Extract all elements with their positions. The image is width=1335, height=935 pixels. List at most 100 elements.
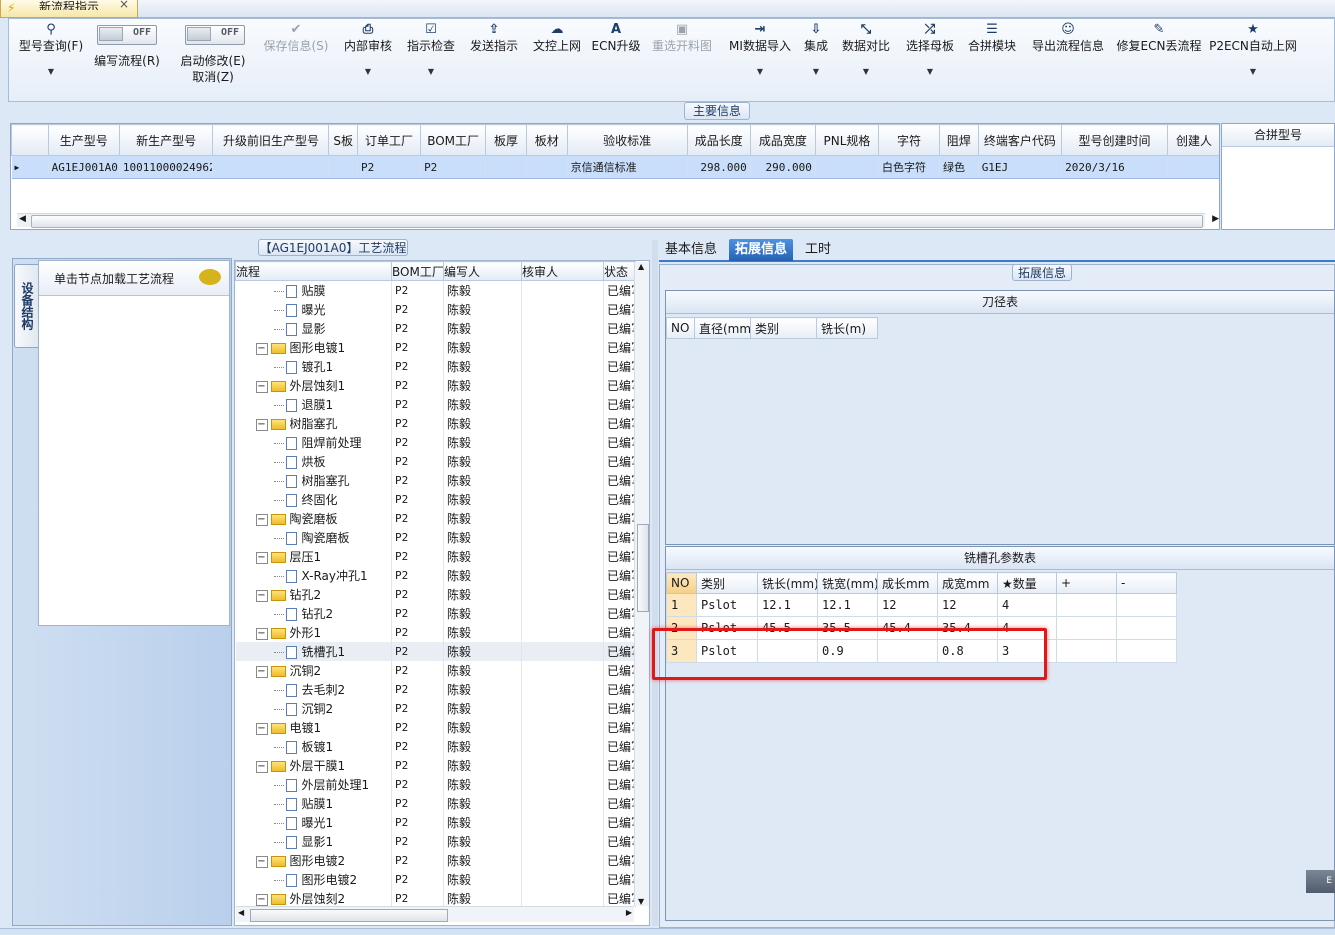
collapse-icon[interactable]: − xyxy=(255,418,268,431)
save-info-button[interactable]: ✔ 保存信息(S) xyxy=(261,21,331,99)
process-row[interactable]: X-Ray冲孔1 P2陈毅 已编写 xyxy=(235,566,636,585)
document-tab[interactable]: ⚡ 新流程指示 × xyxy=(0,0,138,18)
process-row[interactable]: 阻焊前处理 P2陈毅 已编写 xyxy=(235,433,636,452)
column-header[interactable]: BOM工厂 xyxy=(391,261,444,281)
process-vertical-scrollbar[interactable]: ▲ ▼ xyxy=(634,262,649,906)
process-row[interactable]: 陶瓷磨板 P2陈毅 已编写 xyxy=(235,528,636,547)
table-cell[interactable]: 12.1 xyxy=(817,593,878,617)
merge-module-button[interactable]: ☰ 合拼模块 xyxy=(965,21,1019,99)
process-row[interactable]: 烘板 P2陈毅 已编写 xyxy=(235,452,636,471)
collapse-icon[interactable]: − xyxy=(255,551,268,564)
column-header[interactable]: + xyxy=(1056,572,1117,594)
process-row[interactable]: 沉铜2 P2陈毅 已编写 xyxy=(235,699,636,718)
process-row[interactable]: 显影1 P2陈毅 已编写 xyxy=(235,832,636,851)
column-header[interactable]: BOM工厂 xyxy=(420,124,487,156)
process-row[interactable]: 钻孔2 P2陈毅 已编写 xyxy=(235,604,636,623)
process-horizontal-scrollbar[interactable]: ◀ ▶ xyxy=(236,906,634,922)
column-header[interactable]: 核审人 xyxy=(521,261,604,281)
corner-button[interactable]: E xyxy=(1306,870,1335,893)
collapse-icon[interactable]: − xyxy=(255,380,268,393)
table-cell[interactable] xyxy=(1116,616,1177,640)
process-row[interactable]: 铣槽孔1 P2陈毅 已编写 xyxy=(235,642,636,661)
send-instruction-button[interactable]: ⇪ 发送指示 xyxy=(467,21,521,99)
column-header[interactable]: 成品宽度 xyxy=(749,124,816,156)
scrollbar-thumb[interactable] xyxy=(31,215,1203,228)
column-header[interactable]: 升级前旧生产型号 xyxy=(212,124,330,156)
column-header[interactable]: PNL规格 xyxy=(814,124,879,156)
equipment-structure-tab[interactable]: 设备结构 xyxy=(14,264,38,348)
column-header[interactable]: ★数量 xyxy=(997,572,1057,594)
table-cell[interactable] xyxy=(1116,639,1177,663)
column-header[interactable]: 新生产型号 xyxy=(118,124,214,156)
collapse-icon[interactable]: − xyxy=(255,513,268,526)
process-row[interactable]: − 图形电镀1 P2陈毅 已编写 xyxy=(235,338,636,357)
tab-basic-info[interactable]: 基本信息 xyxy=(659,239,723,261)
dropdown-arrow-icon[interactable]: ▼ xyxy=(725,64,795,79)
reselect-cut-drawing-button[interactable]: ▣ 重选开料图 xyxy=(647,21,717,99)
table-row[interactable]: ▶ AG1EJ001A0 10011000024962 P2 P2 京信通信标准 298.… xyxy=(11,155,1219,179)
column-header[interactable]: 阻焊 xyxy=(939,124,979,156)
table-cell[interactable] xyxy=(1056,593,1117,617)
column-header[interactable]: 成长mm xyxy=(877,572,938,594)
column-header[interactable]: 终端客户代码 xyxy=(977,124,1063,156)
table-cell[interactable]: 1 xyxy=(666,593,697,617)
process-row[interactable]: − 钻孔2 P2陈毅 已编写 xyxy=(235,585,636,604)
column-header[interactable]: 型号创建时间 xyxy=(1061,124,1168,156)
column-header[interactable]: - xyxy=(1116,572,1177,594)
column-header[interactable]: 类别 xyxy=(696,572,758,594)
integrate-button[interactable]: ⇩ 集成 ▼ xyxy=(797,21,835,99)
panel-splitter[interactable] xyxy=(652,240,658,926)
process-row[interactable]: − 层压1 P2陈毅 已编写 xyxy=(235,547,636,566)
column-header[interactable]: 订单工厂 xyxy=(356,124,422,156)
dropdown-arrow-icon[interactable]: ▼ xyxy=(839,64,893,79)
collapse-icon[interactable]: − xyxy=(255,760,268,773)
table-cell[interactable] xyxy=(1056,639,1117,663)
dropdown-arrow-icon[interactable]: ▼ xyxy=(341,64,395,79)
process-row[interactable]: 板镀1 P2陈毅 已编写 xyxy=(235,737,636,756)
process-row[interactable]: 曝光1 P2陈毅 已编写 xyxy=(235,813,636,832)
column-header[interactable]: 铣长(m) xyxy=(816,317,878,339)
scrollbar-thumb[interactable] xyxy=(250,909,448,922)
scroll-right-icon[interactable]: ▶ xyxy=(1212,214,1219,224)
collapse-icon[interactable]: − xyxy=(255,893,268,906)
column-header[interactable]: 流程 xyxy=(235,261,392,281)
repair-ecn-button[interactable]: ✎ 修复ECN丢流程 xyxy=(1115,21,1203,99)
scroll-left-icon[interactable]: ◀ xyxy=(238,908,244,917)
column-header[interactable]: 成宽mm xyxy=(937,572,998,594)
collapse-icon[interactable]: − xyxy=(255,855,268,868)
process-row[interactable]: 显影 P2陈毅 已编写 xyxy=(235,319,636,338)
table-cell[interactable]: 12.1 xyxy=(757,593,818,617)
column-header[interactable]: 铣长(mm) xyxy=(757,572,818,594)
instruction-check-button[interactable]: ☑ 指示检查 ▼ xyxy=(404,21,458,99)
process-row[interactable]: − 外层干膜1 P2陈毅 已编写 xyxy=(235,756,636,775)
process-row[interactable]: 树脂塞孔 P2陈毅 已编写 xyxy=(235,471,636,490)
internal-audit-button[interactable]: ⎙ 内部审核 ▼ xyxy=(341,21,395,99)
column-header[interactable]: 直径(mm) xyxy=(694,317,751,339)
process-row[interactable]: − 陶瓷磨板 P2陈毅 已编写 xyxy=(235,509,636,528)
tab-work-hours[interactable]: 工时 xyxy=(799,239,837,261)
close-tab-icon[interactable]: × xyxy=(119,0,129,11)
table-cell[interactable]: Pslot xyxy=(696,593,758,617)
dropdown-arrow-icon[interactable]: ▼ xyxy=(15,64,87,79)
write-process-toggle[interactable]: OFF xyxy=(97,25,157,45)
collapse-icon[interactable]: − xyxy=(255,342,268,355)
process-row[interactable]: − 外层蚀刻1 P2陈毅 已编写 xyxy=(235,376,636,395)
collapse-icon[interactable]: − xyxy=(255,589,268,602)
column-header[interactable]: 字符 xyxy=(877,124,941,156)
process-row[interactable]: − 外形1 P2陈毅 已编写 xyxy=(235,623,636,642)
column-header[interactable]: S板 xyxy=(328,124,358,156)
column-header[interactable]: 板材 xyxy=(525,124,568,156)
process-row[interactable]: 终固化 P2陈毅 已编写 xyxy=(235,490,636,509)
scroll-down-icon[interactable]: ▼ xyxy=(638,897,644,906)
doc-control-online-button[interactable]: ☁ 文控上网 xyxy=(530,21,584,99)
column-header[interactable]: 编写人 xyxy=(443,261,522,281)
collapse-icon[interactable]: − xyxy=(255,627,268,640)
mi-data-import-button[interactable]: ⇥ MI数据导入 ▼ xyxy=(725,21,795,99)
column-header[interactable]: NO xyxy=(666,317,695,339)
p2ecn-auto-online-button[interactable]: ★ P2ECN自动上网 ▼ xyxy=(1209,21,1297,99)
dropdown-arrow-icon[interactable]: ▼ xyxy=(797,64,835,79)
column-header[interactable]: 创建人 xyxy=(1166,124,1219,156)
column-header[interactable]: 状态 xyxy=(603,261,636,281)
process-row[interactable]: − 沉铜2 P2陈毅 已编写 xyxy=(235,661,636,680)
data-compare-button[interactable]: ⤡ 数据对比 ▼ xyxy=(839,21,893,99)
